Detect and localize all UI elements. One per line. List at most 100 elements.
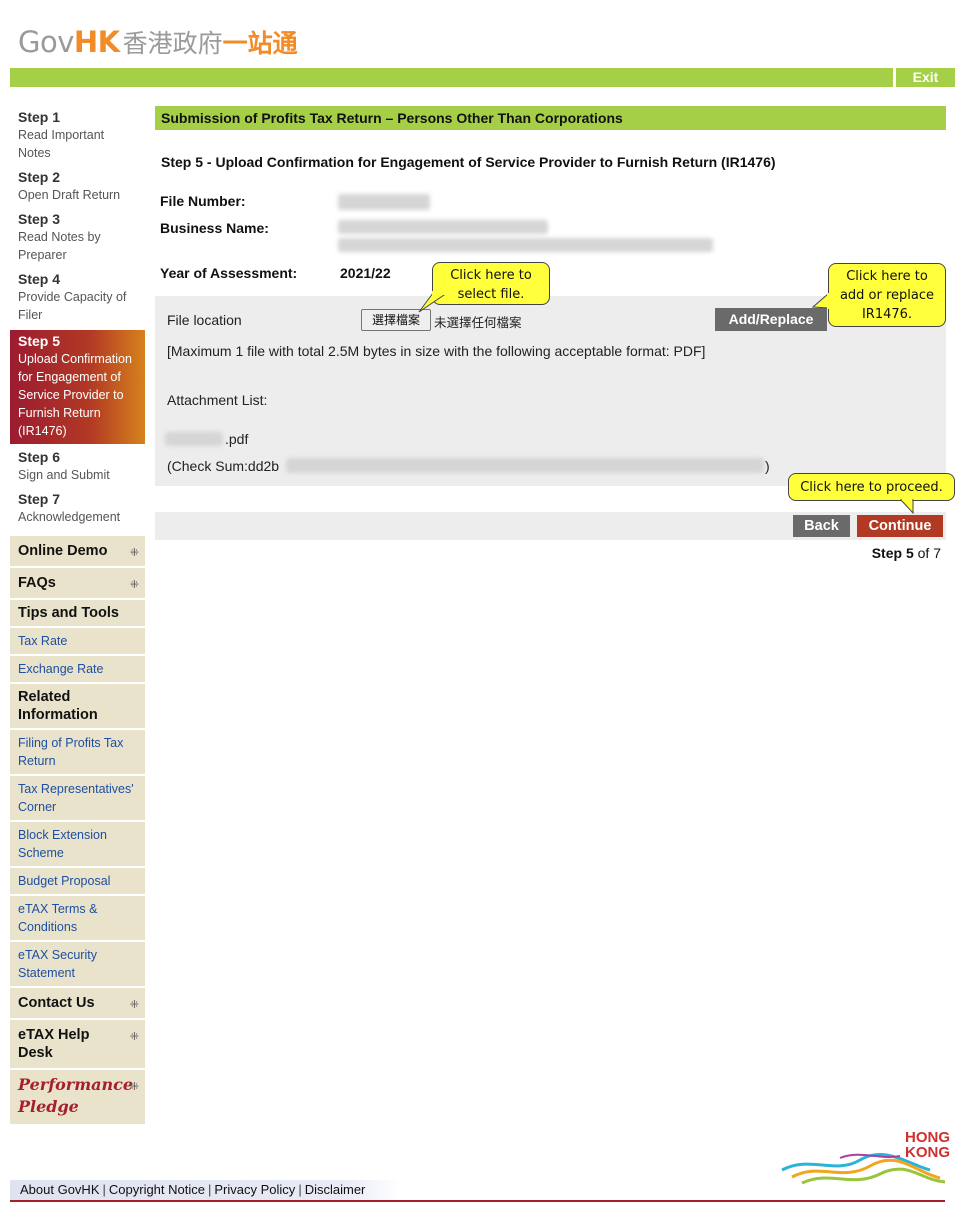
sidebar-item-filing-profits-tax[interactable]: Filing of Profits Tax Return — [10, 730, 145, 776]
step-number: Step 1 — [18, 109, 61, 125]
business-name-label: Business Name: — [160, 220, 269, 236]
menu-link: Tax Representatives' Corner — [18, 782, 134, 814]
expand-icon: ⁜ — [129, 999, 139, 1011]
callout-text: Click here to proceed. — [800, 480, 943, 495]
govhk-logo[interactable]: Gov HK 香港政府 一站通 — [18, 22, 298, 62]
footer-link-copyright[interactable]: Copyright Notice — [109, 1182, 205, 1197]
menu-link: Tax Rate — [18, 634, 68, 648]
action-bar: Back Continue — [155, 512, 946, 540]
sidebar-step-2: Step 2 Open Draft Return — [10, 166, 145, 208]
step-description: Read Important Notes — [18, 128, 105, 160]
step-number: Step 7 — [18, 491, 61, 507]
attachment-list-label: Attachment List: — [167, 392, 268, 408]
sidebar-section-tips-tools: Tips and Tools — [10, 600, 145, 628]
footer-separator: | — [102, 1182, 106, 1197]
logo-gov-text: Gov — [18, 25, 74, 59]
file-number-redacted — [338, 194, 430, 210]
sidebar-step-6: Step 6 Sign and Submit — [10, 446, 145, 488]
add-replace-button[interactable]: Add/Replace — [715, 308, 827, 331]
upload-panel: File location 選擇檔案 未選擇任何檔案 Add/Replace [… — [155, 296, 946, 486]
sidebar-item-exchange-rate[interactable]: Exchange Rate — [10, 656, 145, 684]
menu-link: eTAX Terms & Conditions — [18, 902, 98, 934]
expand-icon: ⁜ — [129, 1081, 139, 1093]
business-name-redacted-line-2 — [338, 238, 713, 252]
sidebar-step-7: Step 7 Acknowledgement — [10, 488, 145, 530]
expand-icon: ⁜ — [129, 579, 139, 591]
sidebar-section-related-info: Related Information — [10, 684, 145, 730]
step-progress-current: 5 — [905, 545, 914, 561]
step-number: Step 2 — [18, 169, 61, 185]
main-content: Submission of Profits Tax Return – Perso… — [155, 106, 946, 561]
top-bar: Exit — [10, 68, 955, 87]
step-number: Step 4 — [18, 271, 61, 287]
exit-button[interactable]: Exit — [893, 68, 955, 87]
callout-pointer-icon — [418, 291, 449, 313]
step-heading: Step 5 - Upload Confirmation for Engagem… — [161, 154, 776, 170]
sidebar-item-contact-us[interactable]: Contact Us ⁜ — [10, 988, 145, 1020]
year-of-assessment-value: 2021/22 — [340, 265, 391, 281]
sidebar-item-block-extension[interactable]: Block Extension Scheme — [10, 822, 145, 868]
callout-pointer-icon — [811, 292, 831, 309]
sidebar-item-budget-proposal[interactable]: Budget Proposal — [10, 868, 145, 896]
footer-link-about[interactable]: About GovHK — [20, 1182, 100, 1197]
step-number: Step 5 — [18, 333, 61, 349]
sidebar-step-1: Step 1 Read Important Notes — [10, 106, 145, 166]
footer-link-disclaimer[interactable]: Disclaimer — [305, 1182, 366, 1197]
menu-label: Online Demo — [18, 543, 108, 559]
step-description: Upload Confirmation for Engagement of Se… — [18, 352, 132, 438]
step-description: Open Draft Return — [18, 188, 121, 202]
sidebar-step-5-active: Step 5 Upload Confirmation for Engagemen… — [10, 330, 145, 444]
step-progress-suffix: of 7 — [917, 545, 941, 561]
menu-label: Contact Us — [18, 995, 95, 1011]
callout-text: Click here to select file. — [450, 268, 532, 302]
menu-link: Filing of Profits Tax Return — [18, 736, 124, 768]
step-description: Sign and Submit — [18, 468, 110, 482]
year-of-assessment-label: Year of Assessment: — [160, 265, 298, 281]
sidebar-item-faqs[interactable]: FAQs ⁜ — [10, 568, 145, 600]
callout-select-file: Click here to select file. — [418, 262, 550, 313]
logo-chinese-text: 香港政府 — [122, 29, 223, 58]
sidebar-item-etax-security[interactable]: eTAX Security Statement — [10, 942, 145, 988]
checksum-redacted — [286, 458, 764, 473]
callout-add-replace: Click here to add or replace IR1476. — [811, 263, 946, 327]
pledge-line-2: Pledge — [18, 1097, 79, 1116]
sidebar-item-tax-rate[interactable]: Tax Rate — [10, 628, 145, 656]
sidebar: Step 1 Read Important Notes Step 2 Open … — [10, 106, 145, 1126]
step-number: Step 3 — [18, 211, 61, 227]
sidebar-item-online-demo[interactable]: Online Demo ⁜ — [10, 536, 145, 568]
expand-icon: ⁜ — [129, 547, 139, 559]
menu-link: Exchange Rate — [18, 662, 104, 676]
sidebar-item-performance-pledge[interactable]: Performance Pledge ⁜ — [10, 1070, 145, 1126]
checksum-prefix: (Check Sum:dd2b — [167, 458, 280, 474]
page-title: Submission of Profits Tax Return – Perso… — [155, 106, 946, 130]
attachment-filename-redacted — [165, 432, 223, 446]
choose-file-button[interactable]: 選擇檔案 — [361, 309, 431, 331]
menu-link: Budget Proposal — [18, 874, 111, 888]
back-button[interactable]: Back — [793, 515, 850, 537]
footer-separator: | — [298, 1182, 302, 1197]
expand-icon: ⁜ — [129, 1031, 139, 1043]
step-description: Read Notes by Preparer — [18, 230, 101, 262]
logo-chinese-accent-text: 一站通 — [222, 29, 298, 58]
footer-links: About GovHK | Copyright Notice | Privacy Pol… — [10, 1180, 400, 1200]
callout-proceed: Click here to proceed. — [788, 473, 955, 515]
footer: About GovHK | Copyright Notice | Privacy Pol… — [10, 1180, 945, 1202]
step-progress: Step 5 of 7 — [872, 545, 941, 561]
attachment-filename[interactable]: .pdf — [225, 431, 248, 447]
sidebar-item-tax-representatives[interactable]: Tax Representatives' Corner — [10, 776, 145, 822]
sidebar-step-4: Step 4 Provide Capacity of Filer — [10, 268, 145, 328]
sidebar-item-etax-terms[interactable]: eTAX Terms & Conditions — [10, 896, 145, 942]
file-number-label: File Number: — [160, 193, 246, 209]
menu-link: eTAX Security Statement — [18, 948, 97, 980]
section-label: Related Information — [18, 689, 98, 723]
pledge-line-1: Performance — [18, 1075, 134, 1094]
footer-separator: | — [208, 1182, 212, 1197]
file-location-label: File location — [167, 312, 242, 328]
menu-label: eTAX Help Desk — [18, 1027, 90, 1061]
section-label: Tips and Tools — [18, 605, 119, 621]
logo-hk-text: HK — [73, 25, 120, 59]
sidebar-step-3: Step 3 Read Notes by Preparer — [10, 208, 145, 268]
step-description: Acknowledgement — [18, 510, 121, 524]
footer-link-privacy[interactable]: Privacy Policy — [214, 1182, 295, 1197]
sidebar-item-etax-help-desk[interactable]: eTAX Help Desk ⁜ — [10, 1020, 145, 1070]
